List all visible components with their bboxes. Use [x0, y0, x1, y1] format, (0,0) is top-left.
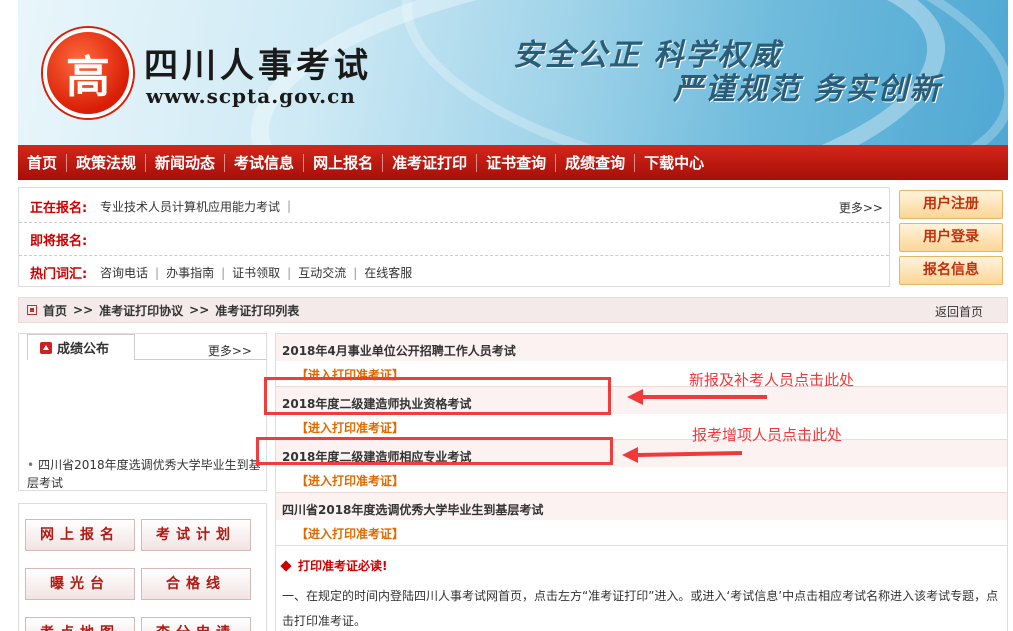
- more-link[interactable]: 更多>>: [839, 199, 883, 216]
- nav-online-registration[interactable]: 网上报名: [304, 153, 384, 172]
- print-ticket-link[interactable]: 【进入打印准考证】: [296, 525, 404, 542]
- score-tab-label: 成绩公布: [57, 342, 110, 357]
- print-ticket-link[interactable]: 【进入打印准考证】: [296, 419, 404, 436]
- separator: |: [353, 265, 358, 280]
- breadcrumb: 首页 >> 准考证打印协议 >> 准考证打印列表 返回首页: [18, 297, 1008, 323]
- breadcrumb-current: 准考证打印列表: [215, 303, 300, 318]
- score-list-item[interactable]: • 四川省2018年度选调优秀大学毕业生到基层考试: [27, 456, 263, 492]
- location-icon: [27, 305, 37, 315]
- hot-link-guide[interactable]: 办事指南: [166, 264, 214, 281]
- nav-admission-ticket[interactable]: 准考证打印: [383, 153, 478, 172]
- register-button[interactable]: 用户注册: [899, 190, 1003, 219]
- hot-label: 热门词汇:: [30, 267, 88, 282]
- quick-links-panel: 网上报名 考试计划 曝光台 合格线 考点地图 查分申请: [18, 503, 267, 631]
- home-icon: [40, 341, 52, 354]
- annotation-new-applicants: 新报及补考人员点击此处: [689, 371, 855, 389]
- info-row-registering: 正在报名: 专业技术人员计算机应用能力考试 | 更多>>: [19, 190, 889, 223]
- score-panel: 成绩公布 更多>> • 四川省2018年度选调优秀大学毕业生到基层考试: [18, 333, 267, 491]
- hot-link-certificate[interactable]: 证书领取: [232, 264, 280, 281]
- site-url: www.scpta.gov.cn: [146, 84, 356, 108]
- exam-plan-button[interactable]: 考试计划: [141, 519, 251, 551]
- info-row-upcoming: 即将报名:: [19, 223, 889, 256]
- login-button[interactable]: 用户登录: [899, 223, 1003, 252]
- info-row-hot: 热门词汇: 咨询电话 | 办事指南 | 证书领取 | 互动交流 | 在线客服: [19, 256, 889, 289]
- nav-certificate-query[interactable]: 证书查询: [477, 153, 557, 172]
- highlight-box-2: [256, 437, 613, 465]
- upcoming-label: 即将报名:: [30, 233, 88, 249]
- divider: [135, 359, 267, 360]
- separator: |: [221, 265, 226, 280]
- nav-download[interactable]: 下载中心: [635, 154, 713, 172]
- registering-label: 正在报名:: [30, 200, 88, 216]
- breadcrumb-home[interactable]: 首页: [43, 302, 67, 319]
- separator: |: [287, 199, 292, 213]
- nav-news[interactable]: 新闻动态: [146, 153, 226, 172]
- nav-exam-info[interactable]: 考试信息: [225, 153, 305, 172]
- main-nav: 首页 政策法规 新闻动态 考试信息 网上报名 准考证打印 证书查询 成绩查询 下…: [18, 145, 1008, 180]
- exam-title: 2018年4月事业单位公开招聘工作人员考试: [282, 344, 516, 358]
- info-box: 正在报名: 专业技术人员计算机应用能力考试 | 更多>> 即将报名: 热门词汇:…: [18, 187, 890, 287]
- notice-title-text: 打印准考证必读!: [298, 559, 388, 573]
- breadcrumb-separator: >>: [73, 303, 94, 317]
- hot-link-phone[interactable]: 咨询电话: [100, 264, 148, 281]
- breadcrumb-agreement[interactable]: 准考证打印协议: [99, 302, 183, 319]
- header-banner: 高 四川人事考试 www.scpta.gov.cn 安全公正 科学权威 严谨规范…: [18, 0, 1008, 145]
- bullet-icon: •: [27, 458, 35, 472]
- slogan-line-2: 严谨规范 务实创新: [673, 72, 942, 107]
- site-logo[interactable]: 高: [43, 28, 133, 118]
- nav-home[interactable]: 首页: [18, 153, 68, 172]
- diamond-icon: [280, 560, 292, 572]
- exposure-button[interactable]: 曝光台: [25, 568, 135, 600]
- score-item-text: 四川省2018年度选调优秀大学毕业生到基层考试: [27, 458, 261, 490]
- exam-map-button[interactable]: 考点地图: [25, 617, 135, 631]
- online-registration-button[interactable]: 网上报名: [25, 519, 135, 551]
- separator: |: [155, 265, 160, 280]
- score-review-button[interactable]: 查分申请: [141, 617, 251, 631]
- breadcrumb-separator: >>: [189, 303, 210, 317]
- separator: |: [287, 265, 292, 280]
- hot-link-interaction[interactable]: 互动交流: [298, 264, 346, 281]
- notice-title: 打印准考证必读!: [280, 557, 388, 574]
- arrow-icon: [622, 447, 742, 463]
- site-name: 四川人事考试: [144, 46, 372, 86]
- annotation-additional-items: 报考增项人员点击此处: [692, 426, 843, 444]
- exam-title: 四川省2018年度选调优秀大学毕业生到基层考试: [282, 503, 544, 517]
- highlight-box-1: [264, 377, 611, 415]
- hot-link-online-service[interactable]: 在线客服: [364, 264, 412, 281]
- print-ticket-link[interactable]: 【进入打印准考证】: [296, 472, 404, 489]
- nav-policy[interactable]: 政策法规: [67, 153, 147, 172]
- notice-body: 一、在规定的时间内登陆四川人事考试网首页，点击左方“准考证打印”进入。或进入‘考…: [282, 589, 999, 628]
- back-home-link[interactable]: 返回首页: [935, 303, 983, 320]
- score-more-link[interactable]: 更多>>: [208, 342, 252, 359]
- registration-info-button[interactable]: 报名信息: [899, 256, 1003, 285]
- passing-line-button[interactable]: 合格线: [141, 568, 251, 600]
- registering-exam-link[interactable]: 专业技术人员计算机应用能力考试: [100, 198, 280, 215]
- nav-score-query[interactable]: 成绩查询: [556, 153, 636, 172]
- list-item: 四川省2018年度选调优秀大学毕业生到基层考试 【进入打印准考证】: [276, 493, 1007, 546]
- score-tab[interactable]: 成绩公布: [27, 334, 135, 360]
